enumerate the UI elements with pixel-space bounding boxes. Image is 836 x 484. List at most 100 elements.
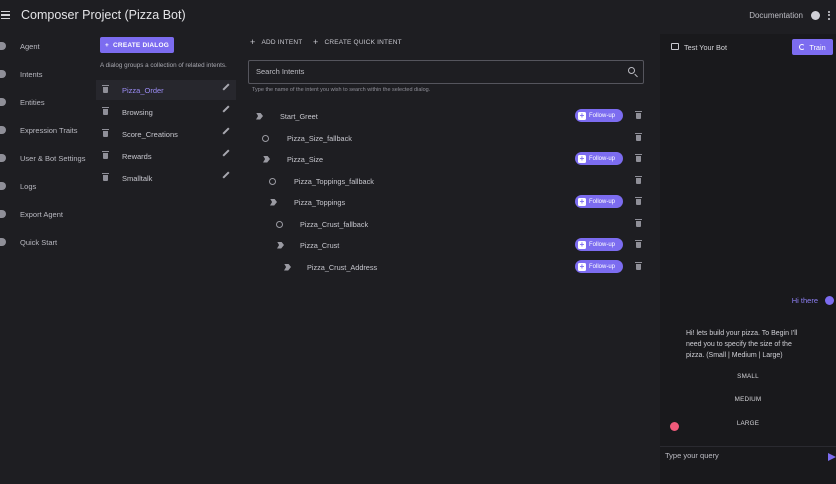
plus-icon: + [578, 196, 586, 206]
query-input[interactable] [665, 451, 815, 460]
sidebar-item-expression-traits[interactable]: Expression Traits [0, 123, 78, 137]
trash-icon[interactable] [102, 173, 109, 181]
sidebar-item-intents[interactable]: Intents [0, 67, 43, 81]
flow-icon [256, 112, 263, 120]
intent-row[interactable]: Pizza_Size_fallback [262, 131, 642, 145]
top-bar: Composer Project (Pizza Bot) Documentati… [0, 0, 836, 30]
add-intent-button[interactable]: + ADD INTENT [250, 37, 302, 47]
create-quick-intent-button[interactable]: + CREATE QUICK INTENT [313, 37, 402, 47]
chat-input-bar [660, 446, 836, 468]
fallback-icon [262, 134, 269, 142]
trash-icon[interactable] [635, 133, 642, 141]
chat-title: Test Your Bot [684, 43, 728, 52]
follow-up-button[interactable]: + Follow-up [575, 260, 623, 273]
trash-icon[interactable] [635, 219, 642, 227]
fallback-icon [269, 177, 276, 185]
intent-name: Pizza_Crust_fallback [300, 219, 369, 229]
edit-icon[interactable] [222, 83, 230, 91]
dialogs-hint: A dialog groups a collection of related … [100, 62, 227, 69]
sidebar-item-export-agent[interactable]: Export Agent [0, 207, 63, 221]
plus-icon: + [250, 37, 256, 47]
edit-icon[interactable] [222, 149, 230, 157]
documentation-link[interactable]: Documentation [749, 11, 803, 20]
refresh-icon [799, 44, 806, 50]
trash-icon[interactable] [635, 111, 642, 119]
trash-icon[interactable] [635, 154, 642, 162]
quick-reply-medium[interactable]: MEDIUM [686, 396, 810, 403]
theme-toggle-icon[interactable] [811, 10, 820, 20]
bot-message: Hi! lets build your pizza. To Begin I'll… [686, 330, 798, 359]
trash-icon[interactable] [102, 107, 109, 115]
sidebar-item-user-bot-settings[interactable]: User & Bot Settings [0, 151, 85, 165]
intent-name: Pizza_Toppings_fallback [294, 176, 374, 186]
follow-up-button[interactable]: + Follow-up [575, 109, 623, 122]
dialog-item[interactable]: Score_Creations [96, 124, 236, 144]
plus-icon: + [313, 37, 319, 47]
logs-icon [0, 182, 6, 190]
dialog-item[interactable]: Pizza_Order [96, 80, 236, 100]
entities-icon [0, 98, 6, 106]
flow-icon [263, 155, 270, 163]
dialog-name: Rewards [122, 151, 152, 161]
create-dialog-button[interactable]: + CREATE DIALOG [100, 37, 174, 53]
sidebar-item-label: Agent [20, 41, 40, 51]
train-button[interactable]: Train [792, 39, 833, 55]
sidebar-item-label: Expression Traits [20, 125, 78, 135]
expression-traits-icon [0, 126, 6, 134]
sidebar-item-label: Intents [20, 69, 43, 79]
quick-reply-small[interactable]: SMALL [686, 373, 810, 380]
intent-name: Pizza_Toppings [294, 197, 346, 207]
edit-icon[interactable] [222, 127, 230, 135]
more-options-icon[interactable] [828, 10, 830, 20]
user-message: Hi there [791, 296, 818, 305]
quick-reply-large[interactable]: LARGE [686, 420, 810, 427]
trash-icon[interactable] [635, 240, 642, 248]
sidebar-item-agent[interactable]: Agent [0, 39, 40, 53]
menu-icon[interactable] [1, 10, 11, 20]
sidebar-item-entities[interactable]: Entities [0, 95, 45, 109]
sidebar: Agent Intents Entities Expression Traits… [0, 30, 92, 484]
app-title: Composer Project (Pizza Bot) [21, 8, 186, 22]
test-bot-panel: Test Your Bot Train Hi there Hi! lets bu… [660, 34, 836, 484]
trash-icon[interactable] [102, 151, 109, 159]
export-icon [0, 210, 6, 218]
edit-icon[interactable] [222, 105, 230, 113]
follow-up-button[interactable]: + Follow-up [575, 195, 623, 208]
search-icon[interactable] [628, 67, 635, 74]
chat-header: Test Your Bot Train [660, 34, 836, 60]
trash-icon[interactable] [102, 129, 109, 137]
edit-icon[interactable] [222, 171, 230, 179]
sidebar-item-quick-start[interactable]: Quick Start [0, 235, 57, 249]
flow-icon [277, 241, 284, 249]
intent-row[interactable]: Pizza_Toppings_fallback [269, 174, 639, 188]
chat-icon [671, 43, 679, 50]
top-bar-actions: Documentation [749, 0, 830, 30]
plus-icon: + [578, 153, 586, 163]
plus-icon: + [578, 239, 586, 249]
trash-icon[interactable] [102, 85, 109, 93]
dialog-item[interactable]: Browsing [96, 102, 236, 122]
trash-icon[interactable] [635, 197, 642, 205]
intent-name: Pizza_Crust_Address [307, 262, 378, 272]
dialog-name: Smalltalk [122, 173, 153, 183]
quick-start-icon [0, 238, 6, 246]
dialog-item[interactable]: Smalltalk [96, 168, 236, 188]
sidebar-item-label: Entities [20, 97, 45, 107]
dialog-name: Browsing [122, 107, 153, 117]
search-input[interactable] [256, 67, 606, 76]
search-hint: Type the name of the intent you wish to … [252, 87, 431, 93]
dialog-item[interactable]: Rewards [96, 146, 236, 166]
settings-icon [0, 154, 6, 162]
sidebar-item-logs[interactable]: Logs [0, 179, 36, 193]
send-icon[interactable] [828, 453, 836, 461]
sidebar-item-label: Export Agent [20, 209, 63, 219]
follow-up-button[interactable]: + Follow-up [575, 238, 623, 251]
plus-icon: + [578, 261, 586, 271]
trash-icon[interactable] [635, 176, 642, 184]
intent-name: Pizza_Crust [300, 240, 340, 250]
plus-icon: + [105, 41, 110, 49]
intent-row[interactable]: Pizza_Crust_fallback [276, 217, 636, 231]
follow-up-button[interactable]: + Follow-up [575, 152, 623, 165]
trash-icon[interactable] [635, 262, 642, 270]
agent-icon [0, 42, 6, 50]
